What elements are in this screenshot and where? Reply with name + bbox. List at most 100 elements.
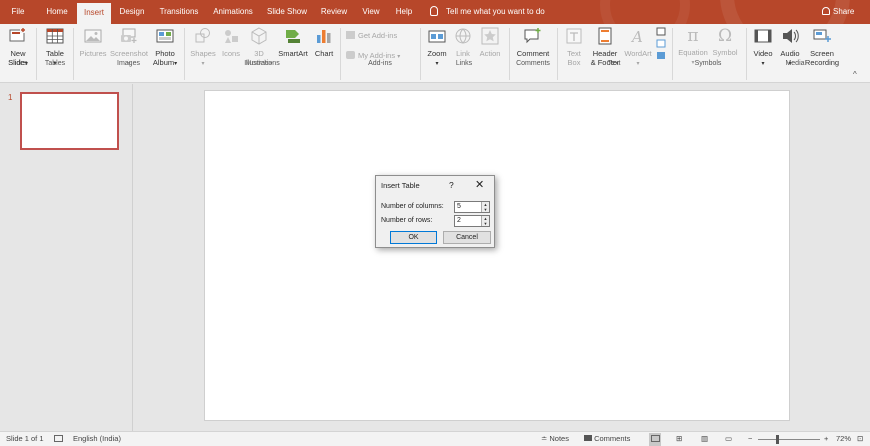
zoom-slider-track[interactable]	[758, 439, 820, 440]
group-separator	[557, 28, 558, 80]
new-slide-icon	[3, 27, 33, 47]
spin-down-icon: ▼	[483, 207, 488, 212]
zoom-in-icon[interactable]: +	[824, 432, 828, 446]
zoom-label: Zoom	[427, 49, 447, 58]
fit-to-window-icon[interactable]: ⊡	[857, 432, 863, 446]
tab-view[interactable]: View	[358, 0, 384, 24]
comments-label: Comments	[594, 434, 631, 443]
audio-label: Audio	[780, 49, 800, 58]
slide-sorter-icon[interactable]: ⊞	[676, 432, 682, 446]
tab-insert[interactable]: Insert	[77, 3, 111, 24]
tab-slide-show[interactable]: Slide Show	[264, 0, 310, 24]
share-button[interactable]: Share	[822, 0, 854, 24]
rows-value: 2	[457, 217, 461, 224]
smartart-button[interactable]: SmartArt	[276, 27, 310, 58]
group-addins: Add-ins	[368, 60, 392, 67]
icons-button[interactable]: Icons	[218, 27, 244, 58]
equation-label: Equation	[678, 48, 708, 57]
text-box-label: Text	[567, 49, 581, 58]
tab-file[interactable]: File	[4, 0, 32, 24]
chart-button[interactable]: Chart	[311, 27, 337, 58]
star-icon	[476, 27, 504, 47]
zoom-level[interactable]: 72%	[836, 432, 851, 446]
notes-button[interactable]: ≐ Notes	[541, 432, 569, 446]
photo-album-label: Photo	[155, 49, 175, 58]
comment-label: Comment	[516, 49, 550, 58]
group-separator	[73, 28, 74, 80]
group-separator	[746, 28, 747, 80]
tab-home[interactable]: Home	[40, 0, 74, 24]
columns-label: Number of columns:	[381, 203, 444, 210]
symbol-label: Symbol	[712, 48, 738, 57]
3d-models-label: 3D	[254, 49, 264, 58]
screen-recording-label: Screen	[810, 49, 834, 58]
tell-me-search[interactable]: Tell me what you want to do	[430, 0, 545, 24]
comments-icon	[584, 435, 592, 441]
chart-icon	[311, 27, 337, 47]
wordart-icon: A	[623, 27, 653, 47]
shapes-label: Shapes	[190, 49, 216, 58]
spin-down-icon: ▼	[483, 221, 488, 226]
video-label: Video	[753, 49, 773, 58]
ok-button[interactable]: OK	[390, 231, 437, 244]
slide-canvas[interactable]	[204, 90, 790, 421]
rows-input[interactable]: 2 ▲ ▼	[454, 215, 490, 227]
pictures-button[interactable]: Pictures	[78, 27, 108, 58]
link-button[interactable]: Link	[452, 27, 474, 58]
symbol-button[interactable]: Ω Symbol	[710, 27, 740, 58]
slideshow-view-icon[interactable]: ▭	[725, 432, 732, 446]
ribbon-tab-bar: File Home Insert Design Transitions Anim…	[0, 0, 870, 24]
normal-view-glyph	[651, 432, 660, 446]
zoom-slider-thumb[interactable]	[776, 435, 779, 444]
tab-design[interactable]: Design	[115, 0, 149, 24]
screenshot-label: Screenshot	[110, 49, 148, 58]
tab-animations[interactable]: Animations	[208, 0, 258, 24]
group-text: Text	[607, 60, 621, 67]
insert-table-dialog: Insert Table ? ✕ Number of columns: 5 ▲ ▼…	[375, 175, 495, 248]
share-label: Share	[833, 7, 855, 16]
group-symbols: Symbols	[694, 60, 722, 67]
comment-button[interactable]: Comment	[514, 27, 552, 58]
reading-view-icon[interactable]: ▥	[701, 432, 708, 446]
language-indicator[interactable]: English (India)	[73, 432, 121, 446]
cube-icon	[244, 27, 274, 47]
tab-review[interactable]: Review	[317, 0, 351, 24]
comment-icon	[514, 27, 552, 47]
columns-input[interactable]: 5 ▲ ▼	[454, 201, 490, 213]
help-icon[interactable]: ?	[449, 180, 454, 190]
rows-label: Number of rows:	[381, 217, 433, 224]
comments-button[interactable]: Comments	[584, 432, 630, 446]
rows-spinner[interactable]: ▲ ▼	[481, 216, 489, 226]
slide-thumbnail[interactable]	[20, 92, 119, 150]
zoom-icon	[424, 27, 450, 47]
group-media: Media	[785, 60, 805, 67]
zoom-out-icon[interactable]: −	[748, 432, 752, 446]
header-footer-label: Header	[592, 49, 618, 58]
get-addins-button[interactable]: Get Add-ins	[346, 31, 397, 40]
lightbulb-icon	[430, 6, 438, 16]
chart-label: Chart	[314, 49, 334, 58]
photo-album-icon	[150, 27, 180, 47]
new-slide-label: New	[10, 49, 26, 58]
tab-transitions[interactable]: Transitions	[155, 0, 203, 24]
get-addins-label: Get Add-ins	[358, 31, 398, 40]
screenshot-icon	[109, 27, 149, 47]
tab-help[interactable]: Help	[391, 0, 417, 24]
notes-icon: ≐	[541, 434, 548, 443]
group-separator	[420, 28, 421, 80]
shapes-icon	[188, 27, 218, 47]
screen-recording-icon	[803, 27, 841, 47]
text-box-icon	[563, 27, 585, 47]
columns-spinner[interactable]: ▲ ▼	[481, 202, 489, 212]
link-label: Link	[456, 49, 470, 58]
spellcheck-icon[interactable]	[54, 432, 63, 446]
cancel-button[interactable]: Cancel	[443, 231, 491, 244]
collapse-ribbon-icon[interactable]: ^	[853, 70, 857, 79]
globe-link-icon	[452, 27, 474, 47]
action-button[interactable]: Action	[476, 27, 504, 58]
icons-label: Icons	[222, 49, 240, 58]
text-options-icon	[656, 27, 666, 59]
close-icon[interactable]: ✕	[475, 178, 484, 191]
decorative-circle	[600, 0, 690, 24]
table-icon	[40, 27, 70, 47]
